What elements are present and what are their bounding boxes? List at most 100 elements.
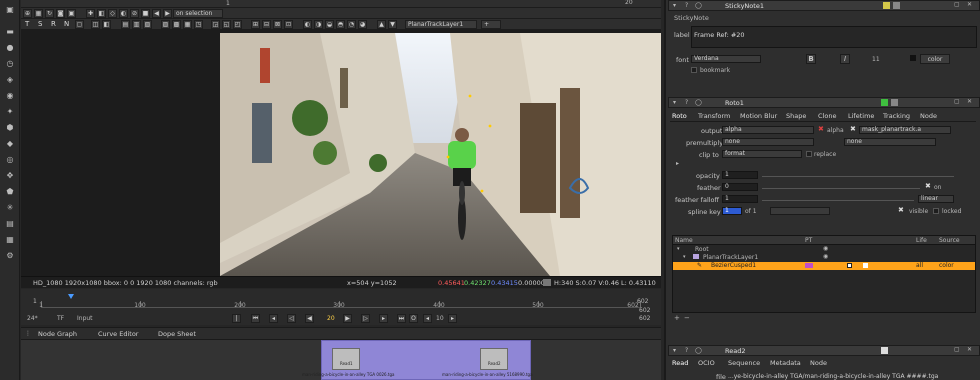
overlay-swatch[interactable] xyxy=(847,263,852,268)
merge-icon[interactable]: ◆ xyxy=(4,138,16,149)
play-forward-icon[interactable]: ▶ xyxy=(343,314,352,323)
tab-node[interactable]: Node xyxy=(920,112,937,120)
alpha-check-icon[interactable]: ✖ xyxy=(818,125,824,133)
on-selection-dropdown[interactable]: on selection xyxy=(173,9,223,18)
sticky-tab[interactable]: StickyNote xyxy=(674,14,709,22)
visible-check-icon[interactable]: ✖ xyxy=(898,206,904,214)
prev-key-icon[interactable]: ◂ xyxy=(269,314,278,323)
other-icon[interactable]: ▦ xyxy=(4,234,16,245)
read2-node[interactable]: Read2 xyxy=(480,348,508,370)
toolbar-icon-12[interactable]: ◰ xyxy=(233,20,242,29)
toolbar-icon-2[interactable]: ◧ xyxy=(102,20,111,29)
link-icon[interactable]: ⊘ xyxy=(130,9,139,18)
tab-tracking[interactable]: Tracking xyxy=(883,112,910,120)
particle-icon[interactable]: ✳ xyxy=(4,202,16,213)
float-icon[interactable]: ▢ xyxy=(954,346,960,353)
cursor-dropdown[interactable]: + xyxy=(481,20,501,29)
step-back-icon[interactable]: ◂ xyxy=(423,314,432,323)
feather-on-check-icon[interactable]: ✖ xyxy=(925,182,931,190)
eye-icon[interactable]: ◉ xyxy=(823,245,828,252)
node-color-icon[interactable]: ◯ xyxy=(695,99,702,106)
toolbar-icon-15[interactable]: ⊠ xyxy=(273,20,282,29)
track-layer-dropdown[interactable]: PlanarTrackLayer1 xyxy=(405,20,477,29)
feather-field[interactable]: 0 xyxy=(722,183,758,191)
collapse-icon[interactable]: ▾ xyxy=(673,347,676,354)
node-color-icon[interactable]: ◯ xyxy=(695,347,702,354)
col-source[interactable]: Source xyxy=(939,237,960,244)
tile-color-swatch[interactable] xyxy=(881,99,888,106)
pane-menu-icon[interactable]: ⋮ xyxy=(25,330,31,337)
toolbar-icon-18[interactable]: ◑ xyxy=(314,20,323,29)
toolbar-icon-8[interactable]: ▦ xyxy=(183,20,192,29)
bold-icon[interactable]: B xyxy=(806,54,816,64)
add-icon[interactable]: ✚ xyxy=(86,9,95,18)
feather-falloff-slider[interactable] xyxy=(762,195,914,201)
tag-icon[interactable]: ⬟ xyxy=(4,186,16,197)
spline-key-field[interactable]: 1 xyxy=(722,207,742,215)
overlay-icon[interactable]: ◧ xyxy=(97,9,106,18)
viewer-tools-icon[interactable]: ▣ xyxy=(4,4,16,15)
roto-header[interactable]: ▾ ? ◯ Roto1 ▢ ✕ xyxy=(668,97,980,108)
falloff-mode-dropdown[interactable]: linear xyxy=(918,195,954,203)
font-size[interactable]: 11 xyxy=(872,56,880,63)
remove-layer-icon[interactable]: − xyxy=(684,314,690,322)
toolbar-icon-17[interactable]: ◐ xyxy=(303,20,312,29)
stickynote-title[interactable]: StickyNote1 xyxy=(725,2,764,10)
keyer-icon[interactable]: ◎ xyxy=(4,154,16,165)
deep-icon[interactable]: ▤ xyxy=(4,218,16,229)
toolbar-icon-11[interactable]: ◱ xyxy=(222,20,231,29)
draw-icon[interactable]: ● xyxy=(4,42,16,53)
italic-icon[interactable]: I xyxy=(840,54,850,64)
toolbar-icon-16[interactable]: ⊡ xyxy=(284,20,293,29)
node-color-icon[interactable]: ◯ xyxy=(695,2,702,9)
last-frame-icon[interactable]: ⏭ xyxy=(397,314,406,323)
expand-arrow-icon[interactable]: ▸ xyxy=(676,160,679,167)
col-life[interactable]: Life xyxy=(916,237,927,244)
font-dropdown[interactable]: Verdana xyxy=(691,55,761,63)
toolbar-icon-24[interactable]: ▼ xyxy=(388,20,397,29)
tab-clone[interactable]: Clone xyxy=(818,112,836,120)
tab-motion-blur[interactable]: Motion Blur xyxy=(740,112,777,120)
help-icon[interactable]: ? xyxy=(685,347,688,354)
toolbar-icon-23[interactable]: ▲ xyxy=(377,20,386,29)
camera-icon[interactable]: ◙ xyxy=(56,9,65,18)
current-frame[interactable]: 20 xyxy=(327,315,335,322)
tool-letter-r[interactable]: R xyxy=(51,20,56,28)
toolbar-icon-13[interactable]: ⊞ xyxy=(251,20,260,29)
tab-node[interactable]: Node xyxy=(810,359,827,367)
read2-header[interactable]: ▾ ? ◯ Read2 ▢ ✕ xyxy=(668,345,980,356)
label-textarea[interactable]: Frame Ref: #20 xyxy=(691,26,977,48)
tree-row-selected[interactable]: ✎ BezierCusped1 all color xyxy=(673,262,975,270)
toolbar-icon-19[interactable]: ◒ xyxy=(325,20,334,29)
premultiply-dropdown[interactable]: none xyxy=(722,138,814,146)
tab-ocio[interactable]: OCIO xyxy=(698,359,715,367)
tile-color-swatch[interactable] xyxy=(881,347,888,354)
sel-box-icon[interactable]: ▢ xyxy=(75,20,84,29)
clip-to-dropdown[interactable]: format xyxy=(722,150,802,158)
toolbar-icon-9[interactable]: ◳ xyxy=(194,20,203,29)
spline-key-buttons[interactable] xyxy=(770,207,830,215)
opacity-slider[interactable] xyxy=(762,171,954,177)
premultiply-dropdown-2[interactable]: none xyxy=(844,138,936,146)
read1-node[interactable]: Read1 xyxy=(332,348,360,370)
toolbar-icon-5[interactable]: ▧ xyxy=(143,20,152,29)
stickynote-header[interactable]: ▾ ? ◯ StickyNote1 ▢ ✕ xyxy=(668,0,980,11)
opacity-field[interactable]: 1 xyxy=(722,171,758,179)
close-icon[interactable]: ✕ xyxy=(967,346,972,353)
playhead-marker[interactable] xyxy=(68,294,74,299)
file-path[interactable]: ...ye-bicycle-in-alley TGA/man-riding-a-… xyxy=(728,373,938,380)
tab-roto[interactable]: Roto xyxy=(672,112,687,120)
tab-dope-sheet[interactable]: Dope Sheet xyxy=(158,330,196,338)
tree-row[interactable]: ▾ PlanarTrackLayer1 ◉ xyxy=(673,253,975,262)
expand-icon[interactable]: ▾ xyxy=(683,254,686,260)
render-icon[interactable]: ▣ xyxy=(67,9,76,18)
mask-check-icon[interactable]: ✖ xyxy=(850,125,856,133)
toolbar-icon-21[interactable]: ◔ xyxy=(347,20,356,29)
shape-icon[interactable]: ◇ xyxy=(108,9,117,18)
close-icon[interactable]: ✕ xyxy=(967,1,972,8)
close-icon[interactable]: ✕ xyxy=(967,98,972,105)
tab-read[interactable]: Read xyxy=(672,359,688,367)
tool-letter-t[interactable]: T xyxy=(25,20,29,28)
forward-icon[interactable]: ▶ xyxy=(163,9,172,18)
in-point-icon[interactable]: | xyxy=(232,314,241,323)
